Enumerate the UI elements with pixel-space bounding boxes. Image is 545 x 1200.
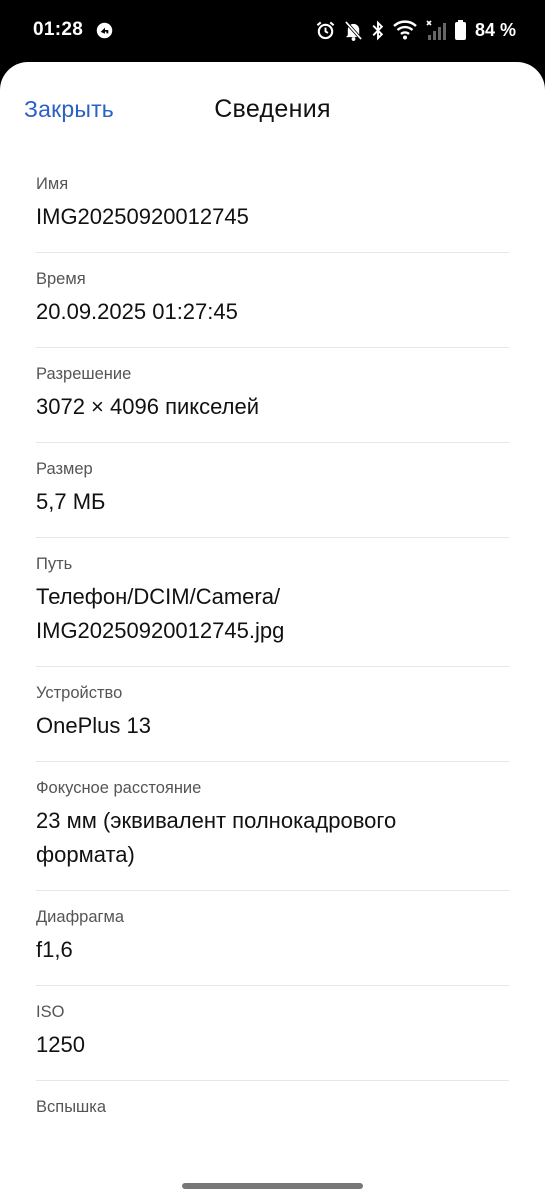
detail-label: Путь bbox=[36, 555, 73, 573]
detail-row-resolution: Разрешение 3072 × 4096 пикселей bbox=[36, 348, 509, 443]
detail-label: Время bbox=[36, 270, 86, 288]
detail-row-focal-length: Фокусное расстояние 23 мм (эквивалент по… bbox=[36, 762, 509, 891]
detail-label: Имя bbox=[36, 175, 69, 193]
navigation-icon bbox=[96, 22, 113, 39]
status-time: 01:28 bbox=[33, 19, 84, 40]
detail-label: Диафрагма bbox=[36, 908, 125, 926]
detail-label: ISO bbox=[36, 1003, 65, 1021]
status-bar: 01:28 84 % bbox=[0, 0, 545, 62]
detail-value: IMG20250920012745 bbox=[36, 204, 249, 229]
detail-value: 5,7 МБ bbox=[36, 489, 106, 514]
bell-off-icon bbox=[344, 20, 363, 41]
battery-percentage: 84 % bbox=[474, 19, 516, 40]
detail-label: Размер bbox=[36, 460, 93, 478]
page-title: Сведения bbox=[214, 95, 331, 123]
detail-value: 1250 bbox=[36, 1032, 85, 1057]
detail-value: 20.09.2025 01:27:45 bbox=[36, 299, 238, 324]
detail-row-iso: ISO 1250 bbox=[36, 986, 509, 1081]
detail-row-path: Путь Телефон/DCIM/Camera/ IMG20250920012… bbox=[36, 538, 509, 667]
detail-value: OnePlus 13 bbox=[36, 713, 151, 738]
detail-label: Устройство bbox=[36, 684, 123, 702]
bluetooth-icon bbox=[372, 20, 384, 40]
detail-value: 3072 × 4096 пикселей bbox=[36, 394, 260, 419]
alarm-icon bbox=[316, 21, 335, 39]
wifi-icon bbox=[393, 20, 417, 40]
detail-row-device: Устройство OnePlus 13 bbox=[36, 667, 509, 762]
detail-row-time: Время 20.09.2025 01:27:45 bbox=[36, 253, 509, 348]
detail-row-aperture: Диафрагма f1,6 bbox=[36, 891, 509, 986]
detail-label: Фокусное расстояние bbox=[36, 779, 202, 797]
detail-value: f1,6 bbox=[36, 937, 73, 962]
battery-icon bbox=[454, 20, 466, 40]
detail-label: Разрешение bbox=[36, 365, 132, 383]
status-icons: 84 % bbox=[315, 18, 516, 42]
detail-row-name: Имя IMG20250920012745 bbox=[36, 158, 509, 253]
home-indicator[interactable] bbox=[182, 1183, 363, 1189]
detail-row-flash: Вспышка bbox=[36, 1081, 509, 1141]
detail-row-size: Размер 5,7 МБ bbox=[36, 443, 509, 538]
header: Закрыть Сведения bbox=[0, 62, 545, 158]
detail-value: Телефон/DCIM/Camera/ IMG20250920012745.j… bbox=[36, 584, 285, 643]
details-sheet: Закрыть Сведения Имя IMG20250920012745 В… bbox=[0, 62, 545, 1200]
detail-label: Вспышка bbox=[36, 1098, 107, 1116]
signal-icon bbox=[426, 19, 446, 40]
detail-value: 23 мм (эквивалент полнокадрового формата… bbox=[36, 808, 397, 867]
details-list: Имя IMG20250920012745 Время 20.09.2025 0… bbox=[0, 158, 545, 1141]
